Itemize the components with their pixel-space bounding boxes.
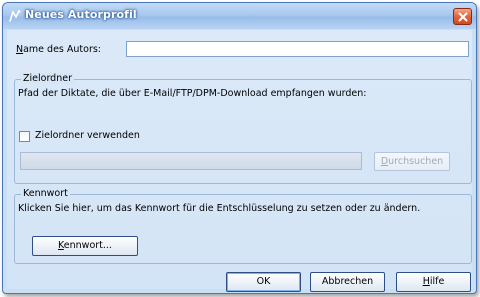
ok-button[interactable]: OK (226, 272, 301, 292)
use-target-folder-checkbox[interactable] (19, 131, 30, 142)
target-folder-path-field[interactable] (20, 152, 362, 170)
author-name-label: Name des Autors: (16, 44, 102, 55)
cancel-button[interactable]: Abbrechen (310, 272, 385, 292)
help-button[interactable]: Hilfe (396, 272, 471, 292)
browse-button[interactable]: Durchsuchen (374, 152, 450, 171)
window-title: Neues Autorprofil (25, 8, 137, 21)
dialog-window: Neues Autorprofil Name des Autors: Zielo… (2, 2, 477, 294)
target-folder-group-title: Zielordner (21, 73, 74, 84)
use-target-folder-label[interactable]: Zielordner verwenden (35, 130, 140, 141)
author-name-input[interactable] (126, 41, 469, 57)
close-icon (458, 12, 467, 21)
close-button[interactable] (453, 8, 472, 25)
dialog-body: Name des Autors: Zielordner Pfad der Dik… (7, 30, 472, 292)
target-folder-description: Pfad der Diktate, die über E-Mail/FTP/DP… (18, 88, 367, 99)
password-group: Kennwort Klicken Sie hier, um das Kennwo… (14, 188, 472, 264)
password-description: Klicken Sie hier, um das Kennwort für di… (18, 203, 421, 214)
app-icon (9, 10, 21, 22)
target-folder-group: Zielordner Pfad der Diktate, die über E-… (14, 73, 472, 184)
set-password-button[interactable]: Kennwort... (32, 236, 138, 256)
password-group-title: Kennwort (21, 188, 70, 199)
title-bar[interactable]: Neues Autorprofil (3, 3, 476, 29)
